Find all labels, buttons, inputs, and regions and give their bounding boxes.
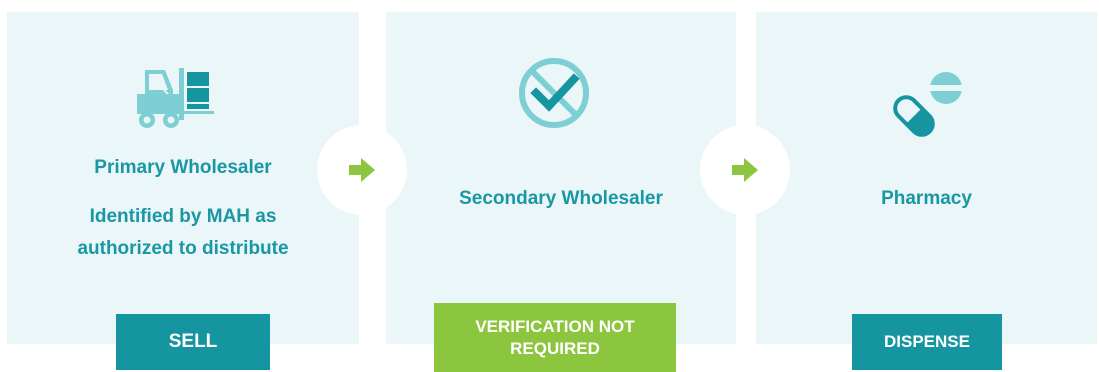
connector-2 <box>700 125 790 215</box>
crossed-check-icon <box>519 58 589 128</box>
stage-title: Secondary Wholesaler <box>459 188 663 209</box>
badge-label: DISPENSE <box>884 332 970 351</box>
arrow-right-icon <box>732 158 758 182</box>
sell-badge: SELL <box>116 314 270 370</box>
badge-label: VERIFICATION NOT REQUIRED <box>475 316 635 358</box>
stage-primary-wholesaler: Primary Wholesaler Identified by MAH as … <box>7 12 359 344</box>
stage-secondary-wholesaler: Secondary Wholesaler <box>386 12 736 344</box>
stage-pharmacy: Pharmacy <box>756 12 1097 344</box>
forklift-icon <box>137 68 214 128</box>
stage-title: Primary Wholesaler <box>94 157 272 178</box>
arrow-right-icon <box>349 158 375 182</box>
stage-subtitle: Identified by MAH as authorized to distr… <box>77 206 289 259</box>
verification-not-required-badge: VERIFICATION NOT REQUIRED <box>434 303 676 372</box>
badge-label: SELL <box>168 331 218 352</box>
stage-title: Pharmacy <box>881 188 972 209</box>
pill-icon <box>893 72 962 137</box>
connector-1 <box>317 125 407 215</box>
dispense-badge: DISPENSE <box>852 314 1002 370</box>
